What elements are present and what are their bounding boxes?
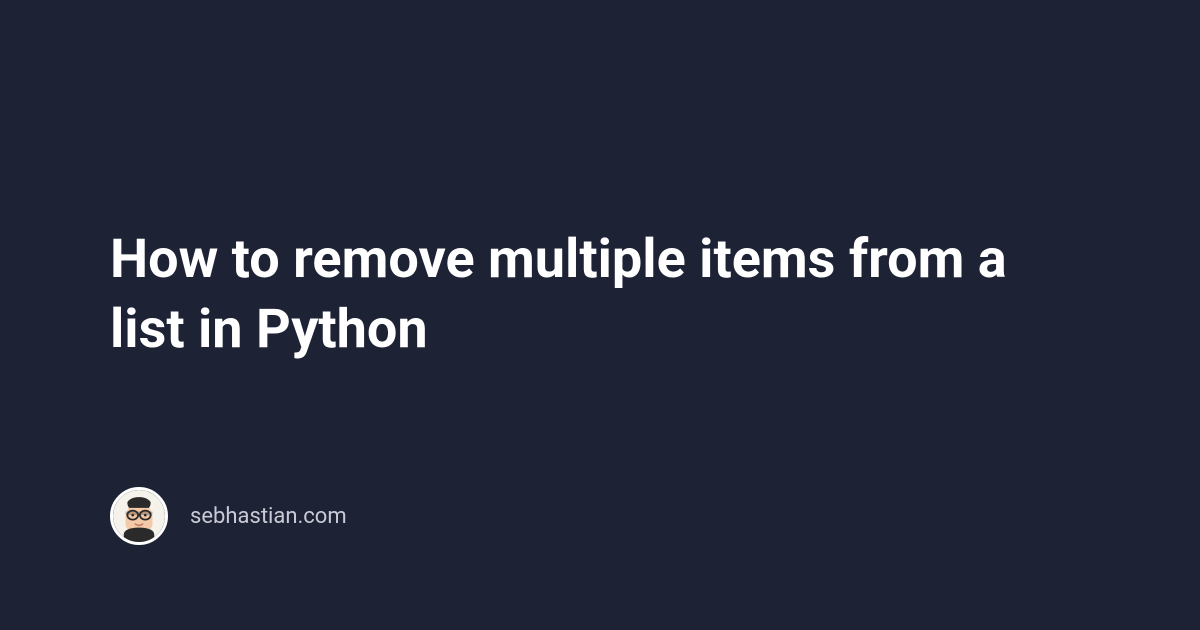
avatar: [110, 487, 168, 545]
author-row: sebhastian.com: [110, 487, 347, 545]
page-title: How to remove multiple items from a list…: [110, 225, 1090, 365]
site-name: sebhastian.com: [190, 504, 347, 529]
